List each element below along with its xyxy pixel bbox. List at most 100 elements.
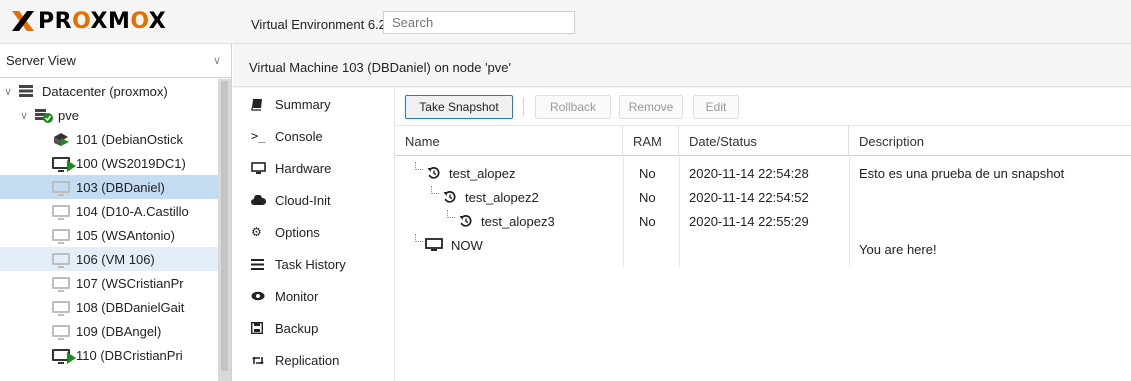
- toolbar-separator: [523, 98, 524, 116]
- vm-stopped-icon: [52, 179, 72, 196]
- snapshot-date: 2020-11-14 22:54:28: [689, 165, 809, 181]
- vm-running-icon: [52, 347, 76, 364]
- retweet-icon: [251, 355, 275, 366]
- vm-stopped-icon: [52, 251, 72, 268]
- tree-node-vm[interactable]: 105 (WSAntonio): [0, 223, 218, 247]
- vm-menu: Summary >_ Console Hardware Cloud-Init ⚙…: [233, 88, 395, 381]
- vm-stopped-icon: [52, 203, 72, 220]
- resource-tree: ∨ Datacenter (proxmox) ∨ pve 101 (Debian…: [0, 79, 218, 381]
- table-row[interactable]: test_alopez No 2020-11-14 22:54:28 Esto …: [395, 161, 1131, 185]
- tree-node-vm[interactable]: 110 (DBCristianPri: [0, 343, 218, 367]
- proxmox-x-icon: [12, 11, 34, 31]
- server-view-select[interactable]: Server View ∨: [0, 44, 231, 78]
- snapshot-ram: No: [639, 165, 656, 181]
- history-icon: [459, 214, 473, 228]
- menu-item-label: Replication: [275, 352, 340, 368]
- tree-node-label: 100 (WS2019DC1): [76, 155, 186, 171]
- menu-item-label: Console: [275, 128, 323, 144]
- gear-icon: ⚙: [251, 225, 262, 239]
- eye-icon: [251, 291, 275, 301]
- search-input[interactable]: [383, 11, 575, 34]
- snapshot-panel: Take Snapshot Rollback Remove Edit Name …: [395, 88, 1131, 381]
- menu-item-label: Hardware: [275, 160, 332, 176]
- tree-node-vm[interactable]: 100 (WS2019DC1): [0, 151, 218, 175]
- scrollbar-thumb[interactable]: [221, 81, 228, 371]
- resource-tree-panel: Server View ∨ ∨ Datacenter (proxmox) ∨ p…: [0, 44, 232, 381]
- tree-node-label: 104 (D10-A.Castillo: [76, 203, 189, 219]
- menu-item-console[interactable]: >_ Console: [233, 120, 395, 152]
- menu-item-task-history[interactable]: Task History: [233, 248, 395, 280]
- menu-item-cloud-init[interactable]: Cloud-Init: [233, 184, 395, 216]
- node-icon: [34, 107, 54, 123]
- tree-node-label: 106 (VM 106): [76, 251, 155, 267]
- snapshot-date: 2020-11-14 22:54:52: [689, 189, 809, 205]
- tree-node-pve[interactable]: ∨ pve: [0, 103, 218, 127]
- tree-node-vm[interactable]: 108 (DBDanielGait: [0, 295, 218, 319]
- snapshot-description: Esto es una prueba de un snapshot: [859, 165, 1065, 181]
- rollback-button[interactable]: Rollback: [535, 95, 611, 119]
- snapshot-name: test_alopez2: [465, 189, 539, 205]
- terminal-icon: >_: [251, 129, 266, 143]
- menu-item-label: Backup: [275, 320, 319, 336]
- menu-item-options[interactable]: ⚙ Options: [233, 216, 395, 248]
- snapshot-name: test_alopez: [449, 165, 516, 181]
- tree-node-label: 101 (DebianOstick: [76, 131, 183, 147]
- snapshot-description: You are here!: [859, 241, 937, 257]
- table-row[interactable]: test_alopez3 No 2020-11-14 22:55:29: [395, 209, 1131, 233]
- remove-button[interactable]: Remove: [619, 95, 683, 119]
- snapshot-name: NOW: [451, 237, 483, 253]
- take-snapshot-button[interactable]: Take Snapshot: [405, 95, 513, 119]
- collapse-icon[interactable]: ∨: [4, 85, 16, 98]
- tree-node-vm[interactable]: 104 (D10-A.Castillo: [0, 199, 218, 223]
- tree-node-vm-selected[interactable]: 103 (DBDaniel): [0, 175, 218, 199]
- list-icon: [251, 258, 275, 270]
- snapshot-toolbar: Take Snapshot Rollback Remove Edit: [395, 88, 1131, 126]
- vm-stopped-icon: [52, 275, 72, 292]
- top-bar: PROXMOX Virtual Environment 6.2-11: [0, 0, 1131, 44]
- menu-item-label: Task History: [275, 256, 346, 272]
- vm-stopped-icon: [52, 323, 72, 340]
- tree-node-vm[interactable]: 109 (DBAngel): [0, 319, 218, 343]
- menu-item-backup[interactable]: Backup: [233, 312, 395, 344]
- menu-item-label: Monitor: [275, 288, 319, 304]
- edit-button[interactable]: Edit: [693, 95, 739, 119]
- tree-node-vm[interactable]: 106 (VM 106): [0, 247, 218, 271]
- tree-node-label: 105 (WSAntonio): [76, 227, 175, 243]
- proxmox-logo[interactable]: PROXMOX: [10, 8, 166, 34]
- tree-scrollbar[interactable]: [218, 79, 231, 381]
- snapshot-name: test_alopez3: [481, 213, 555, 229]
- column-header-name[interactable]: Name: [395, 126, 623, 156]
- vm-stopped-icon: [52, 299, 72, 316]
- menu-item-replication[interactable]: Replication: [233, 344, 395, 376]
- logo-text: PROXMOX: [38, 8, 167, 34]
- content-area: Virtual Machine 103 (DBDaniel) on node '…: [233, 44, 1131, 381]
- server-view-label: Server View: [6, 53, 76, 68]
- table-row[interactable]: NOW You are here!: [395, 233, 1131, 257]
- collapse-icon[interactable]: ∨: [20, 109, 32, 122]
- menu-item-hardware[interactable]: Hardware: [233, 152, 395, 184]
- tree-node-vm[interactable]: 101 (DebianOstick: [0, 127, 218, 151]
- chevron-down-icon[interactable]: ∨: [213, 54, 221, 67]
- snapshot-grid-header: Name RAM Date/Status Description: [395, 126, 1131, 156]
- tree-node-label: 108 (DBDanielGait: [76, 299, 185, 315]
- tree-node-datacenter[interactable]: ∨ Datacenter (proxmox): [0, 79, 218, 103]
- menu-item-monitor[interactable]: Monitor: [233, 280, 395, 312]
- menu-item-label: Summary: [275, 96, 331, 112]
- snapshot-date: 2020-11-14 22:55:29: [689, 213, 809, 229]
- column-header-description[interactable]: Description: [849, 126, 1131, 156]
- menu-item-summary[interactable]: Summary: [233, 88, 395, 120]
- tree-node-label: Datacenter (proxmox): [42, 83, 168, 99]
- tree-node-label: pve: [58, 107, 79, 123]
- history-icon: [427, 166, 441, 180]
- datacenter-icon: [18, 83, 38, 99]
- table-row[interactable]: test_alopez2 No 2020-11-14 22:54:52: [395, 185, 1131, 209]
- menu-item-label: Cloud-Init: [275, 192, 331, 208]
- column-header-ram[interactable]: RAM: [623, 126, 679, 156]
- tree-node-vm[interactable]: 107 (WSCristianPr: [0, 271, 218, 295]
- page-title: Virtual Machine 103 (DBDaniel) on node '…: [233, 44, 1131, 87]
- desktop-icon: [251, 161, 275, 175]
- cloud-icon: [251, 194, 275, 206]
- desktop-icon: [425, 238, 443, 252]
- container-running-icon: [52, 131, 72, 147]
- column-header-date-status[interactable]: Date/Status: [679, 126, 849, 156]
